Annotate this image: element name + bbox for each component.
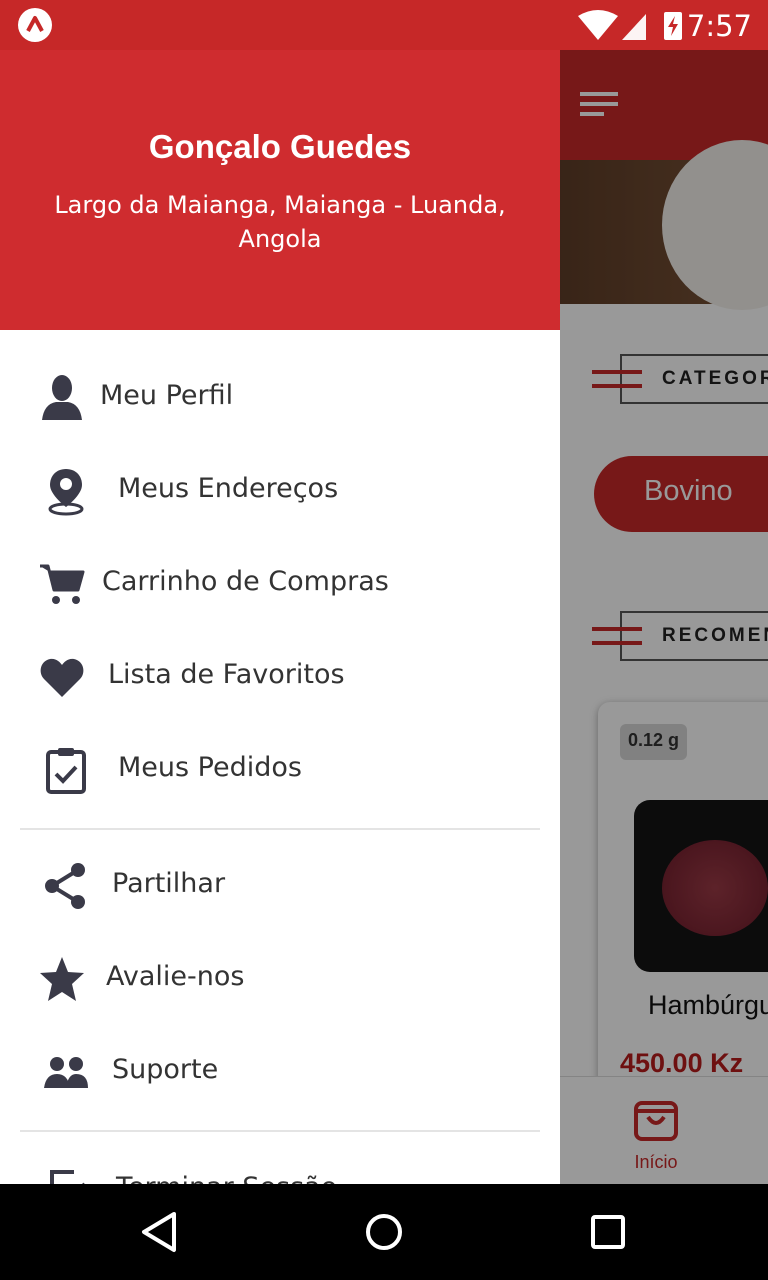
app-logo-icon: [18, 8, 52, 42]
menu-divider: [20, 1130, 540, 1132]
signal-icon: [622, 14, 646, 40]
menu-item-label: Meus Pedidos: [118, 752, 302, 783]
menu-item-label: Partilhar: [112, 868, 226, 899]
menu-item-favorites[interactable]: Lista de Favoritos: [0, 637, 560, 717]
logout-icon: [44, 1164, 96, 1184]
user-name: Gonçalo Guedes: [148, 128, 412, 165]
home-icon[interactable]: [362, 1210, 406, 1254]
menu-item-profile[interactable]: Meu Perfil: [0, 358, 560, 438]
user-address: Largo da Maianga, Maianga - Luanda, Ango…: [54, 191, 506, 253]
location-pin-icon: [40, 465, 92, 517]
menu-item-share[interactable]: Partilhar: [0, 846, 560, 926]
menu-item-addresses[interactable]: Meus Endereços: [0, 451, 560, 531]
shopping-cart-icon: [36, 558, 88, 610]
menu-item-orders[interactable]: Meus Pedidos: [0, 730, 560, 810]
menu-item-cart[interactable]: Carrinho de Compras: [0, 544, 560, 624]
wifi-icon: [578, 10, 618, 40]
menu-item-label: Avalie-nos: [106, 961, 245, 992]
menu-item-rate[interactable]: Avalie-nos: [0, 939, 560, 1019]
person-icon: [36, 372, 88, 424]
heart-icon: [36, 651, 88, 703]
drawer-header: Gonçalo Guedes Largo da Maianga, Maianga…: [0, 50, 560, 330]
share-icon: [40, 860, 92, 912]
menu-item-label: Meu Perfil: [100, 380, 234, 411]
menu-divider: [20, 828, 540, 830]
star-icon: [36, 953, 88, 1005]
status-icons: [576, 8, 688, 42]
menu-item-label: Terminar Sessão: [116, 1172, 337, 1184]
menu-item-label: Suporte: [112, 1054, 219, 1085]
people-icon: [40, 1046, 92, 1098]
menu-item-support[interactable]: Suporte: [0, 1032, 560, 1112]
menu-item-label: Lista de Favoritos: [108, 659, 345, 690]
clipboard-check-icon: [40, 744, 92, 796]
system-navigation-bar: [0, 1184, 768, 1280]
menu-item-label: Meus Endereços: [118, 473, 339, 504]
status-bar: 7:57: [0, 0, 768, 50]
battery-charging-icon: [664, 12, 682, 40]
navigation-drawer: Gonçalo Guedes Largo da Maianga, Maianga…: [0, 50, 560, 1184]
recents-icon[interactable]: [586, 1210, 630, 1254]
status-time: 7:57: [686, 9, 752, 43]
back-icon[interactable]: [138, 1210, 182, 1254]
menu-item-label: Carrinho de Compras: [102, 566, 389, 597]
menu-item-logout[interactable]: Terminar Sessão: [0, 1150, 560, 1184]
